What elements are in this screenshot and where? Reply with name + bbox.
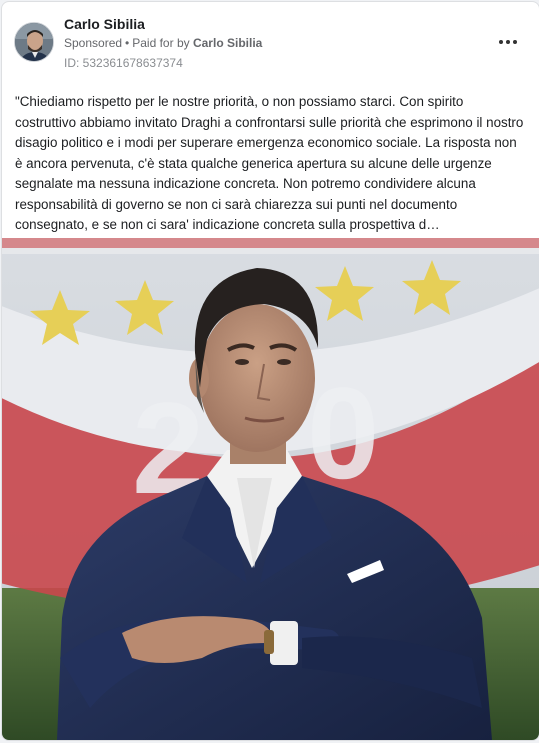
sponsored-post-card: Carlo Sibilia Sponsored • Paid for by Carl… [1, 1, 539, 741]
post-body-text: "Chiediamo rispetto per le nostre priori… [15, 94, 524, 232]
paid-for-name[interactable]: Carlo Sibilia [193, 36, 262, 50]
more-dot [506, 40, 510, 44]
sponsored-label: Sponsored [64, 36, 123, 50]
avatar-portrait-image [15, 23, 53, 61]
paid-for-prefix: Paid for by [132, 36, 190, 50]
more-dot [499, 40, 503, 44]
separator-dot: • [125, 36, 130, 50]
more-dot [513, 40, 517, 44]
post-header: Carlo Sibilia Sponsored • Paid for by Carl… [2, 2, 539, 82]
post-image[interactable]: 2 0 [2, 238, 539, 740]
more-options-icon[interactable] [492, 30, 524, 54]
post-photo-illustration: 2 0 [2, 238, 539, 740]
author-name[interactable]: Carlo Sibilia [64, 16, 145, 32]
ad-id: ID: 532361678637374 [64, 56, 183, 70]
author-avatar[interactable] [14, 22, 54, 62]
sponsored-line: Sponsored • Paid for by Carlo Sibilia [64, 36, 262, 50]
